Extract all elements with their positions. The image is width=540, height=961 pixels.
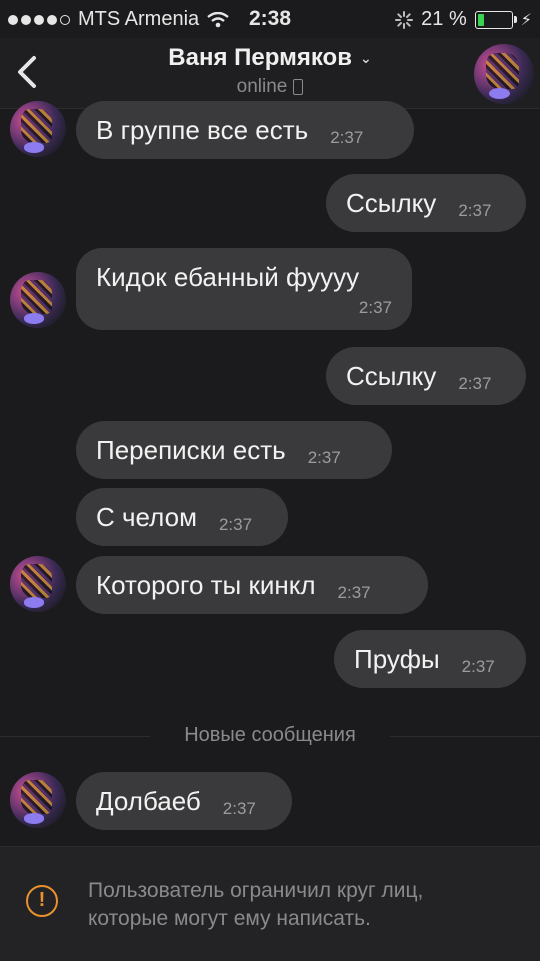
message-bubble-outgoing[interactable]: Пруфы 2:37 <box>334 630 526 688</box>
message-time: 2:37 <box>330 128 364 147</box>
message-time: 2:37 <box>461 657 495 676</box>
charging-bolt-icon: ⚡ <box>520 11 532 29</box>
message-bubble-incoming[interactable]: Которого ты кинкл 2:37 <box>76 556 428 614</box>
message-time: 2:37 <box>358 298 392 317</box>
contact-name: Ваня Пермяков <box>168 44 352 71</box>
message-time: 2:37 <box>218 515 253 534</box>
message-text: Пруфы <box>354 644 440 674</box>
message-bubble-incoming[interactable]: Долбаеб 2:37 <box>76 772 292 830</box>
message-time: 2:37 <box>458 201 492 220</box>
message-text: В группе все есть <box>96 115 309 145</box>
phone-icon <box>293 78 304 95</box>
status-bar: MTS Armenia 2:38 21 % ⚡ <box>0 0 540 38</box>
message-text: Ссылку <box>346 361 437 391</box>
message-text: Кидок ебанный фуууу <box>96 262 360 292</box>
sender-avatar[interactable] <box>10 101 66 157</box>
battery-percent: 21 % <box>421 8 467 30</box>
divider-label: Новые сообщения <box>184 724 356 746</box>
battery-icon <box>474 10 517 29</box>
status-label: online <box>236 76 288 97</box>
message-bubble-outgoing[interactable]: Ссылку 2:37 <box>326 174 526 232</box>
message-bubble-incoming[interactable]: В группе все есть 2:37 <box>76 101 414 159</box>
contact-avatar[interactable] <box>474 44 534 104</box>
message-text: С челом <box>96 502 197 532</box>
sender-avatar[interactable] <box>10 272 66 328</box>
status-right: 21 % ⚡ <box>395 8 532 31</box>
activity-spinner-icon <box>395 10 414 29</box>
message-text: Которого ты кинкл <box>96 570 316 600</box>
sender-avatar[interactable] <box>10 772 66 828</box>
restriction-text: Пользователь ограничил круг лиц, которые… <box>88 879 424 930</box>
contact-name-button[interactable]: Ваня Пермяков ⌄ <box>0 44 540 72</box>
chat-header: Ваня Пермяков ⌄ online <box>0 38 540 109</box>
chevron-down-icon: ⌄ <box>359 50 372 67</box>
restriction-notice: ! Пользователь ограничил круг лиц, котор… <box>0 846 540 961</box>
message-time: 2:37 <box>307 448 341 467</box>
battery-fill <box>477 13 485 26</box>
message-bubble-incoming[interactable]: С челом 2:37 <box>76 488 288 546</box>
new-messages-divider: Новые сообщения <box>0 720 540 754</box>
message-text: Переписки есть <box>96 435 286 465</box>
message-text: Долбаеб <box>96 786 201 816</box>
message-time: 2:37 <box>458 374 492 393</box>
message-text: Ссылку <box>346 188 437 218</box>
warning-icon: ! <box>26 885 58 917</box>
message-bubble-incoming[interactable]: Переписки есть 2:37 <box>76 421 392 479</box>
message-time: 2:37 <box>222 799 256 818</box>
sender-avatar[interactable] <box>10 556 66 612</box>
contact-status: online <box>0 76 540 98</box>
message-bubble-outgoing[interactable]: Ссылку 2:37 <box>326 347 526 405</box>
message-time: 2:37 <box>337 583 371 602</box>
message-bubble-incoming[interactable]: Кидок ебанный фуууу 2:37 <box>76 248 412 330</box>
